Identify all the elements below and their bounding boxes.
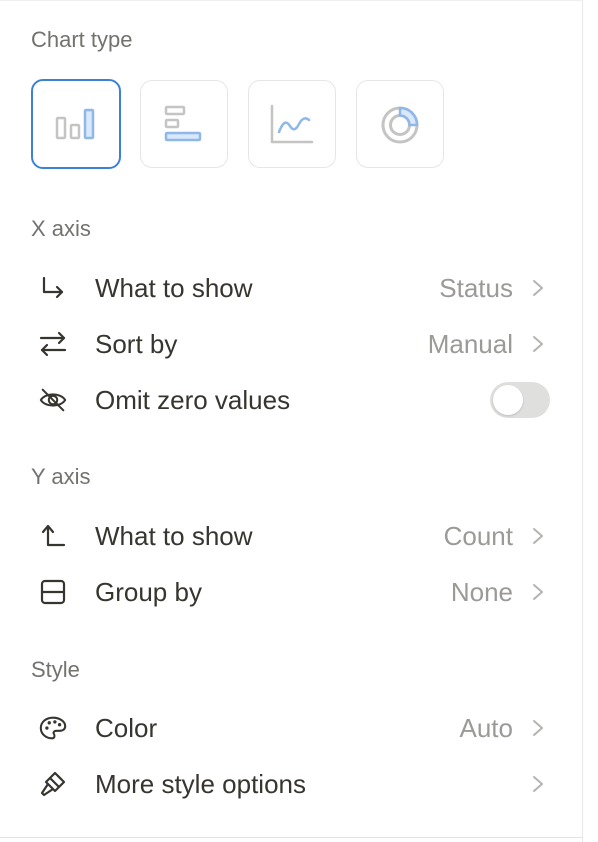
chevron-right-icon: [533, 336, 543, 352]
y-axis-what-to-show-value: Count: [443, 521, 513, 551]
chart-type-line-button[interactable]: [248, 80, 336, 168]
chevron-right-icon: [533, 528, 543, 544]
chart-type-vertical-bar-button[interactable]: [31, 79, 121, 169]
toggle-knob: [493, 385, 523, 415]
chevron-right-icon: [533, 584, 543, 600]
paintbrush-icon: [38, 769, 68, 799]
x-axis-what-to-show-label: What to show: [95, 273, 253, 303]
style-color-value: Auto: [459, 713, 514, 743]
chart-type-donut-button[interactable]: [356, 80, 444, 168]
y-axis-what-to-show-row[interactable]: What to show Count: [0, 512, 583, 560]
style-heading: Style: [31, 657, 80, 682]
chart-type-heading: Chart type: [31, 27, 133, 52]
style-color-row[interactable]: Color Auto: [0, 704, 583, 752]
chevron-right-icon: [533, 280, 543, 296]
x-axis-what-to-show-row[interactable]: What to show Status: [0, 264, 583, 312]
corner-down-right-arrow-icon: [38, 273, 68, 303]
y-axis-group-by-value: None: [450, 577, 513, 607]
omit-zero-toggle[interactable]: [490, 382, 550, 418]
style-more-options-row[interactable]: More style options: [0, 760, 583, 808]
chevron-right-icon: [533, 776, 543, 792]
x-axis-sort-by-value: Manual: [427, 329, 513, 359]
bottom-divider: [0, 837, 583, 838]
line-chart-icon: [270, 104, 314, 144]
style-more-options-label: More style options: [95, 769, 306, 799]
vertical-bar-chart-icon: [55, 108, 95, 140]
swap-arrows-icon: [38, 329, 68, 359]
split-square-icon: [38, 577, 68, 607]
style-color-label: Color: [95, 713, 158, 743]
chart-type-horizontal-bar-button[interactable]: [140, 80, 228, 168]
chart-settings-panel: Chart type X axis What to show Status So…: [0, 0, 583, 842]
horizontal-bar-chart-icon: [164, 105, 202, 142]
eye-slash-icon: [38, 385, 68, 415]
y-axis-heading: Y axis: [31, 464, 91, 489]
chevron-right-icon: [533, 720, 543, 736]
x-axis-sort-by-row[interactable]: Sort by Manual: [0, 320, 583, 368]
y-axis-group-by-row[interactable]: Group by None: [0, 568, 583, 616]
corner-up-arrow-icon: [38, 521, 68, 551]
x-axis-sort-by-label: Sort by: [95, 329, 178, 359]
x-axis-omit-zero-label: Omit zero values: [95, 385, 291, 415]
y-axis-what-to-show-label: What to show: [95, 521, 253, 551]
x-axis-what-to-show-value: Status: [439, 273, 513, 303]
donut-chart-icon: [381, 106, 419, 144]
palette-icon: [38, 713, 68, 743]
top-divider: [0, 0, 583, 1]
x-axis-heading: X axis: [31, 216, 91, 241]
x-axis-omit-zero-row: Omit zero values: [0, 376, 583, 424]
y-axis-group-by-label: Group by: [95, 577, 202, 607]
